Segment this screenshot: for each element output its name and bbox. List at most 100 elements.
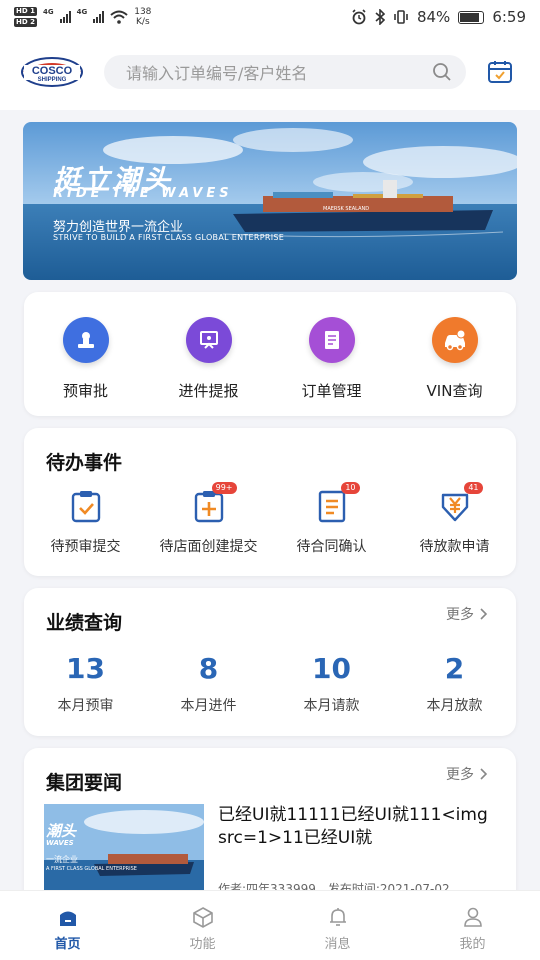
signal-icon xyxy=(93,11,105,23)
board-icon[interactable] xyxy=(185,317,232,363)
logo-text-2: SHIPPING xyxy=(38,77,67,83)
yuan-download-icon[interactable]: 41 xyxy=(435,482,483,526)
logo-text-1: COSCO xyxy=(32,65,73,77)
todo-item-label: 待预审提交 xyxy=(50,539,121,555)
news-title: 集团要闻 xyxy=(46,772,123,794)
performance-title: 业绩查询 xyxy=(46,612,123,634)
tab-home[interactable]: 首页 xyxy=(0,891,135,960)
todo-item-preapproval[interactable]: 待预审提交 xyxy=(24,486,147,556)
network-type-2: 4G xyxy=(76,8,88,16)
news-thumbnail[interactable]: 潮头 WAVES 一流企业 A FIRST CLASS GLOBAL ENTER… xyxy=(44,804,204,900)
speed-value: 138 xyxy=(134,7,152,17)
clock-time: 6:59 xyxy=(492,8,526,26)
chevron-right-icon xyxy=(480,608,488,620)
todo-section: 待办事件 待预审提交 99+ 待店面创建提交 10 待合同确认 41 待放款申请 xyxy=(24,428,516,576)
signal-icon xyxy=(59,11,71,23)
perf-label: 本月进件 xyxy=(180,698,237,714)
cube-icon[interactable] xyxy=(190,905,216,929)
perf-label: 本月预审 xyxy=(57,698,114,714)
tab-label: 首页 xyxy=(54,937,81,952)
wifi-icon xyxy=(110,10,128,24)
todo-item-label: 待放款申请 xyxy=(419,539,490,555)
perf-item-loan[interactable]: 2 本月放款 xyxy=(393,652,516,715)
perf-item-submission[interactable]: 8 本月进件 xyxy=(147,652,270,715)
thumb-cn: 一流企业 xyxy=(46,855,78,864)
perf-value: 10 xyxy=(312,652,351,685)
news-item-title[interactable]: 已经UI就11111已经UI就111<img src=1>11已经UI就 xyxy=(218,804,498,850)
more-label: 更多 xyxy=(446,607,474,623)
chevron-right-icon xyxy=(480,768,488,780)
clipboard-check-icon[interactable] xyxy=(66,486,106,526)
tab-label: 消息 xyxy=(324,937,351,952)
battery-percent: 84% xyxy=(416,8,451,26)
search-icon[interactable] xyxy=(432,62,452,82)
todo-item-contract[interactable]: 10 待合同确认 xyxy=(270,482,393,556)
calendar-button[interactable] xyxy=(486,58,514,86)
sim1-label: HD 1 xyxy=(14,7,37,16)
thumb-title: 潮头 xyxy=(46,822,77,840)
count-badge: 99+ xyxy=(211,482,237,494)
count-badge: 41 xyxy=(464,482,483,494)
quick-item-submission[interactable]: 进件提报 xyxy=(147,292,270,416)
thumb-sub: A FIRST CLASS GLOBAL ENTERPRISE xyxy=(46,866,137,872)
calendar-check-icon[interactable] xyxy=(487,59,513,85)
stamp-icon[interactable] xyxy=(62,317,109,363)
tab-label: 功能 xyxy=(189,937,216,952)
quick-menu: 预审批 进件提报 订单管理 VIN查询 xyxy=(24,292,516,416)
quick-item-preapproval[interactable]: 预审批 xyxy=(24,292,147,416)
quick-item-label: 订单管理 xyxy=(301,382,362,400)
ship-name: MAERSK SEALAND xyxy=(323,206,370,212)
perf-value: 8 xyxy=(198,652,219,685)
network-type-1: 4G xyxy=(42,8,54,16)
perf-value: 2 xyxy=(444,652,465,685)
search-input[interactable]: 请输入订单编号/客户姓名 xyxy=(104,55,466,89)
status-bar: HD 1 HD 2 4G 4G 138 K/s 84% 6:59 xyxy=(0,0,540,34)
sim-indicator: HD 1 HD 2 xyxy=(14,6,37,28)
perf-item-preapproval[interactable]: 13 本月预审 xyxy=(24,652,147,715)
perf-label: 本月放款 xyxy=(426,698,483,714)
top-header: COSCO SHIPPING 请输入订单编号/客户姓名 xyxy=(0,34,540,110)
quick-item-vin[interactable]: VIN查询 xyxy=(393,292,516,416)
battery-icon xyxy=(458,10,485,24)
car-icon[interactable] xyxy=(431,317,478,363)
quick-item-label: 预审批 xyxy=(62,382,108,400)
quick-item-label: 进件提报 xyxy=(178,382,239,400)
banner-slogan-en: STRIVE TO BUILD A FIRST CLASS GLOBAL ENT… xyxy=(53,233,285,242)
contract-icon[interactable]: 10 xyxy=(312,482,360,526)
performance-more-link[interactable]: 更多 xyxy=(446,604,488,624)
network-speed: 138 K/s xyxy=(134,7,151,27)
performance-section: 业绩查询 更多 13 本月预审 8 本月进件 10 本月请款 2 本月放款 xyxy=(24,588,516,736)
document-icon[interactable] xyxy=(308,317,355,363)
bottom-tab-bar: 首页 功能 消息 我的 xyxy=(0,890,540,960)
vibrate-icon xyxy=(394,10,408,24)
promo-banner[interactable]: 挺立潮头 RIDE THE WAVES 努力创造世界一流企业 STRIVE TO… xyxy=(23,122,517,280)
tab-functions[interactable]: 功能 xyxy=(135,891,270,960)
count-badge: 10 xyxy=(341,482,360,494)
perf-item-request[interactable]: 10 本月请款 xyxy=(270,652,393,715)
tab-profile[interactable]: 我的 xyxy=(405,891,540,960)
quick-item-label: VIN查询 xyxy=(426,382,483,400)
perf-label: 本月请款 xyxy=(303,698,360,714)
search-placeholder: 请输入订单编号/客户姓名 xyxy=(126,64,308,83)
more-label: 更多 xyxy=(446,767,474,783)
todo-item-store[interactable]: 99+ 待店面创建提交 xyxy=(147,482,270,556)
tab-label: 我的 xyxy=(459,937,486,952)
sim2-label: HD 2 xyxy=(14,18,37,27)
banner-subtitle-en: RIDE THE WAVES xyxy=(53,186,233,201)
alarm-icon xyxy=(352,9,366,25)
tab-messages[interactable]: 消息 xyxy=(270,891,405,960)
speed-unit: K/s xyxy=(136,17,150,27)
todo-item-label: 待合同确认 xyxy=(296,539,367,555)
clipboard-plus-icon[interactable]: 99+ xyxy=(189,482,237,526)
perf-value: 13 xyxy=(66,652,105,685)
todo-item-label: 待店面创建提交 xyxy=(159,539,258,555)
cosco-logo: COSCO SHIPPING xyxy=(20,50,84,94)
todo-item-loan[interactable]: 41 待放款申请 xyxy=(393,482,516,556)
bell-icon[interactable] xyxy=(325,905,351,929)
home-icon[interactable] xyxy=(55,905,81,929)
quick-item-orders[interactable]: 订单管理 xyxy=(270,292,393,416)
todo-title: 待办事件 xyxy=(46,452,123,474)
news-more-link[interactable]: 更多 xyxy=(446,764,488,784)
thumb-en: WAVES xyxy=(46,839,74,847)
user-icon[interactable] xyxy=(460,905,486,929)
